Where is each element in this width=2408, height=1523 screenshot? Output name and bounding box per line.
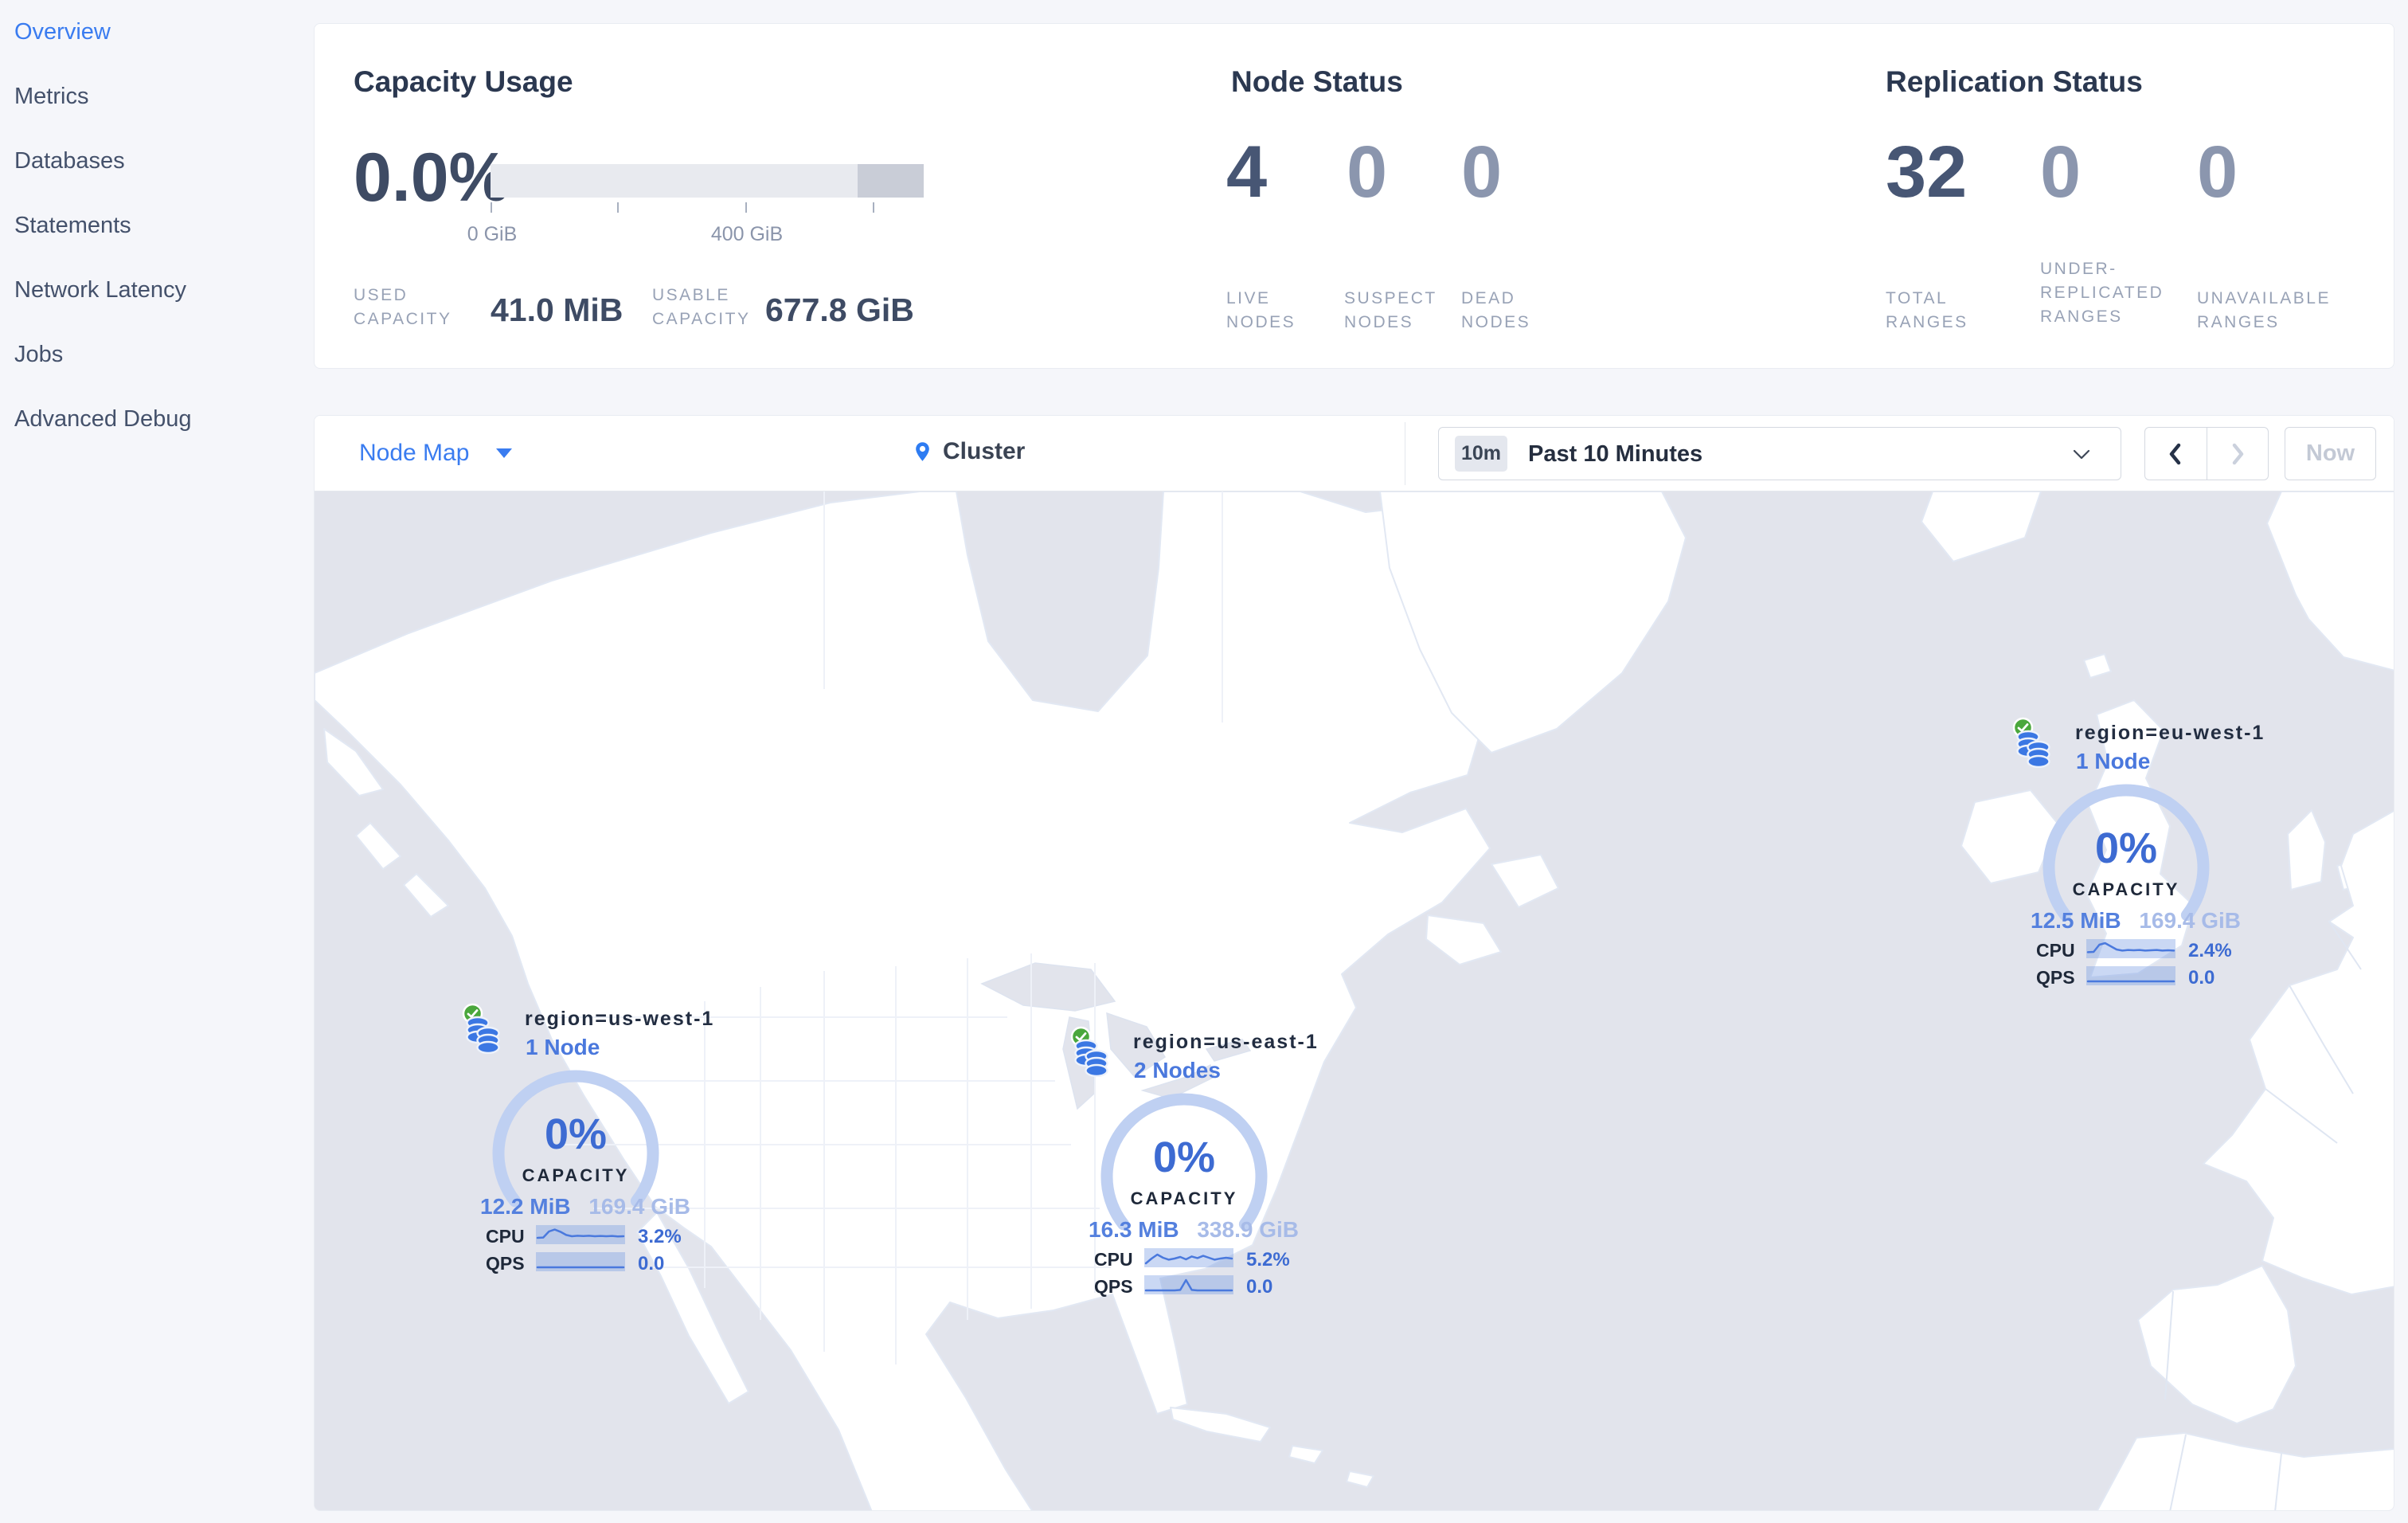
pin-icon <box>916 442 929 461</box>
dead-nodes-label: DEAD NODES <box>1461 289 1531 331</box>
chevron-left-icon <box>2170 443 2181 464</box>
cluster-summary-card: Capacity Usage 0.0% 0 GiB 400 GiB USED C… <box>314 23 2394 369</box>
cpu-value: 2.4% <box>2188 940 2232 961</box>
capacity-percent: 0% <box>544 1110 608 1158</box>
chevron-right-icon <box>2232 443 2243 464</box>
capacity-caption: CAPACITY <box>2072 879 2180 899</box>
db-console-overview: Overview Metrics Databases Statements Ne… <box>0 0 2408 1523</box>
capacity-percent: 0% <box>1152 1133 1216 1181</box>
sidebar-item-overview[interactable]: Overview <box>0 19 314 84</box>
capacity-tick-label-400: 400 GiB <box>710 223 784 245</box>
node-marker-us-west-1: region=us-west-1 1 Node 0% CAPACITY 12.2… <box>450 993 713 1282</box>
sidebar-item-advanced-debug[interactable]: Advanced Debug <box>0 406 314 471</box>
database-icon <box>2016 730 2050 768</box>
sidebar-item-jobs[interactable]: Jobs <box>0 342 314 406</box>
qps-value: 0.0 <box>2188 967 2215 989</box>
capacity-percent: 0% <box>2094 824 2158 872</box>
capacity-tick <box>873 202 874 213</box>
now-button[interactable]: Now <box>2285 427 2376 480</box>
next-time-button[interactable] <box>2206 428 2269 480</box>
qps-sparkline <box>2086 966 2175 985</box>
qps-value: 0.0 <box>638 1253 665 1274</box>
used-capacity-value: 41.0 MiB <box>491 292 624 328</box>
suspect-nodes-value: 0 <box>1347 131 1388 213</box>
view-mode-label: Node Map <box>359 440 470 466</box>
used-capacity: 12.5 MiB <box>2031 908 2121 933</box>
qps-label: QPS <box>1094 1276 1133 1297</box>
node-marker-eu-west-1: region=eu-west-1 1 Node 0% CAPACITY 12.5… <box>2000 707 2263 996</box>
sidebar-item-databases[interactable]: Databases <box>0 148 314 213</box>
cpu-sparkline <box>1144 1248 1233 1267</box>
capacity-tick-label-0: 0 GiB <box>467 223 518 245</box>
replication-status-title: Replication Status <box>1886 65 2143 98</box>
database-icon <box>466 1016 500 1054</box>
node-count-link[interactable]: 1 Node <box>2076 749 2150 774</box>
capacity-percent: 0.0% <box>354 139 510 216</box>
qps-sparkline <box>536 1252 625 1271</box>
node-map: region=us-west-1 1 Node 0% CAPACITY 12.2… <box>315 491 2394 1510</box>
usable-capacity-value: 677.8 GiB <box>765 292 914 328</box>
time-range-badge: 10m <box>1455 436 1507 472</box>
qps-value: 0.0 <box>1246 1276 1273 1298</box>
region-label[interactable]: region=eu-west-1 <box>2075 722 2265 745</box>
view-mode-dropdown[interactable]: Node Map <box>359 440 513 467</box>
unavailable-ranges-value: 0 <box>2197 131 2238 213</box>
cpu-label: CPU <box>486 1226 525 1247</box>
cpu-sparkline <box>2086 939 2175 958</box>
node-map-card: Node Map Cluster 10m Past 10 Minutes Now… <box>314 415 2394 1511</box>
qps-sparkline <box>1144 1275 1233 1294</box>
chevron-down-icon <box>2073 449 2090 460</box>
map-toolbar: Node Map Cluster 10m Past 10 Minutes Now <box>315 416 2394 491</box>
capacity-tick <box>617 202 619 213</box>
capacity-bar-reserved-segment <box>858 164 924 198</box>
time-range-dropdown[interactable]: 10m Past 10 Minutes <box>1438 427 2121 480</box>
cpu-label: CPU <box>1094 1249 1133 1270</box>
used-capacity-label: USED CAPACITY <box>354 286 452 328</box>
cpu-value: 5.2% <box>1246 1249 1290 1270</box>
breadcrumb-label: Cluster <box>943 438 1026 464</box>
time-step-buttons <box>2144 427 2269 480</box>
capacity-bar <box>491 164 924 198</box>
qps-label: QPS <box>486 1253 525 1274</box>
usable-capacity: 169.4 GiB <box>588 1194 690 1219</box>
capacity-caption: CAPACITY <box>1130 1188 1238 1208</box>
qps-label: QPS <box>2036 967 2075 988</box>
used-capacity: 16.3 MiB <box>1089 1217 1179 1242</box>
total-ranges-label: TOTAL RANGES <box>1886 289 1968 331</box>
used-capacity: 12.2 MiB <box>480 1194 571 1219</box>
caret-down-icon <box>496 448 513 458</box>
capacity-tick <box>491 202 492 213</box>
total-ranges-value: 32 <box>1886 131 1968 213</box>
usable-capacity: 338.9 GiB <box>1197 1217 1299 1242</box>
node-count-link[interactable]: 1 Node <box>526 1035 600 1060</box>
region-label[interactable]: region=us-west-1 <box>525 1008 714 1031</box>
sidebar-item-statements[interactable]: Statements <box>0 213 314 277</box>
usable-capacity: 169.4 GiB <box>2139 908 2241 933</box>
suspect-nodes-label: SUSPECT NODES <box>1344 289 1437 331</box>
capacity-caption: CAPACITY <box>522 1165 630 1185</box>
dead-nodes-value: 0 <box>1461 131 1503 213</box>
capacity-tick <box>745 202 747 213</box>
live-nodes-value: 4 <box>1226 131 1268 213</box>
breadcrumb[interactable]: Cluster <box>912 438 1025 465</box>
cpu-value: 3.2% <box>638 1226 682 1247</box>
prev-time-button[interactable] <box>2145 428 2207 480</box>
node-status-title: Node Status <box>1231 65 1403 98</box>
under-replicated-ranges-value: 0 <box>2040 131 2082 213</box>
region-label[interactable]: region=us-east-1 <box>1133 1031 1319 1054</box>
time-range-label: Past 10 Minutes <box>1528 441 1703 467</box>
usable-capacity-label: USABLE CAPACITY <box>652 286 751 328</box>
sidebar-item-metrics[interactable]: Metrics <box>0 84 314 148</box>
sidebar: Overview Metrics Databases Statements Ne… <box>0 0 314 1523</box>
unavailable-ranges-label: UNAVAILABLE RANGES <box>2197 289 2331 331</box>
cpu-sparkline <box>536 1225 625 1244</box>
live-nodes-label: LIVE NODES <box>1226 289 1296 331</box>
cpu-label: CPU <box>2036 940 2075 961</box>
sidebar-item-network-latency[interactable]: Network Latency <box>0 277 314 342</box>
node-count-link[interactable]: 2 Nodes <box>1134 1058 1221 1083</box>
under-replicated-ranges-label: UNDER-REPLICATED RANGES <box>2040 260 2164 326</box>
capacity-usage-title: Capacity Usage <box>354 65 573 98</box>
node-marker-us-east-1: region=us-east-1 2 Nodes 0% CAPACITY 16.… <box>1058 1016 1317 1305</box>
database-icon <box>1074 1039 1108 1077</box>
